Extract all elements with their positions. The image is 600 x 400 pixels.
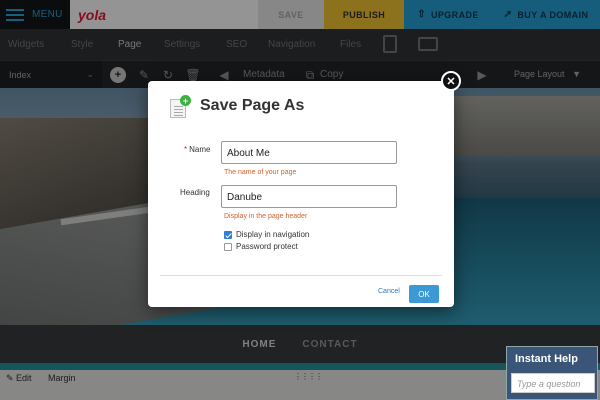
top-bar: MENU yola SAVE PUBLISH ⇧ UPGRADE ➚ BUY A…: [0, 0, 600, 29]
page-select-value: Index: [9, 69, 32, 80]
name-label-text: Name: [189, 145, 211, 154]
name-hint: The name of your page: [224, 169, 297, 176]
upgrade-arrow-icon: ⇧: [417, 9, 426, 20]
save-page-as-dialog: + Save Page As * Name About Me The name o…: [148, 81, 454, 307]
help-question-input[interactable]: Type a question: [511, 373, 595, 393]
new-page-icon: +: [170, 95, 191, 118]
margin-button[interactable]: Margin: [48, 373, 76, 383]
edit-section-button[interactable]: ✎ Edit: [6, 373, 32, 384]
instant-help-title[interactable]: Instant Help: [515, 353, 578, 365]
drag-handle-icon[interactable]: ⋮⋮⋮⋮: [294, 372, 323, 381]
cursor-icon: ➚: [503, 9, 513, 20]
password-protect-label[interactable]: Password protect: [236, 242, 298, 251]
edit-label: Edit: [16, 373, 32, 383]
page-layout-label: Page Layout: [514, 69, 565, 79]
caret-down-icon: ▼: [567, 69, 581, 79]
arrow-right-icon[interactable]: ▶: [474, 67, 490, 83]
hamburger-icon: [6, 8, 24, 21]
publish-button[interactable]: PUBLISH: [324, 0, 404, 29]
menu-label: MENU: [32, 9, 63, 20]
required-marker: *: [184, 145, 188, 154]
buy-domain-label: BUY A DOMAIN: [517, 9, 589, 20]
mobile-view-icon[interactable]: [383, 35, 397, 53]
metadata-button[interactable]: Metadata: [243, 69, 285, 80]
site-nav-contact[interactable]: CONTACT: [302, 339, 357, 350]
tab-seo[interactable]: SEO: [226, 39, 247, 50]
upgrade-button[interactable]: ⇧ UPGRADE: [404, 0, 492, 29]
display-in-navigation-checkbox[interactable]: [224, 231, 232, 239]
tab-style[interactable]: Style: [71, 39, 93, 50]
dialog-title: Save Page As: [200, 97, 305, 114]
tab-settings[interactable]: Settings: [164, 39, 200, 50]
site-nav-home[interactable]: HOME: [242, 339, 276, 350]
heading-label: Heading: [180, 188, 210, 197]
upgrade-label: UPGRADE: [430, 9, 479, 20]
copy-button[interactable]: Copy: [320, 69, 343, 80]
tab-files[interactable]: Files: [340, 39, 361, 50]
display-in-navigation-label[interactable]: Display in navigation: [236, 230, 309, 239]
name-field[interactable]: About Me: [221, 141, 397, 164]
tab-page[interactable]: Page: [118, 39, 141, 50]
plus-icon: +: [180, 95, 191, 106]
chevron-down-icon: ⌄: [86, 69, 94, 79]
ok-button[interactable]: OK: [409, 285, 439, 303]
instant-help-widget: Instant Help Type a question: [506, 346, 598, 400]
close-dialog-icon[interactable]: ✕: [441, 71, 461, 91]
cancel-button[interactable]: Cancel: [378, 288, 400, 295]
tab-widgets[interactable]: Widgets: [8, 39, 44, 50]
yola-logo[interactable]: yola: [70, 0, 258, 29]
dialog-divider: [160, 275, 442, 276]
save-button[interactable]: SAVE: [258, 0, 324, 29]
page-select[interactable]: Index ⌄: [0, 61, 102, 88]
page-layout-select[interactable]: Page Layout ▼: [514, 69, 581, 79]
menu-button[interactable]: MENU: [0, 0, 70, 29]
name-label: * Name: [184, 145, 210, 154]
tab-navigation[interactable]: Navigation: [268, 39, 315, 50]
editor-nav-tabs: Widgets Style Page Settings SEO Navigati…: [0, 29, 600, 61]
heading-field[interactable]: Danube: [221, 185, 397, 208]
password-protect-checkbox[interactable]: [224, 243, 232, 251]
buy-domain-button[interactable]: ➚ BUY A DOMAIN: [492, 0, 600, 29]
add-page-icon[interactable]: +: [110, 67, 126, 83]
desktop-view-icon[interactable]: [418, 37, 438, 51]
heading-hint: Display in the page header: [224, 213, 308, 220]
